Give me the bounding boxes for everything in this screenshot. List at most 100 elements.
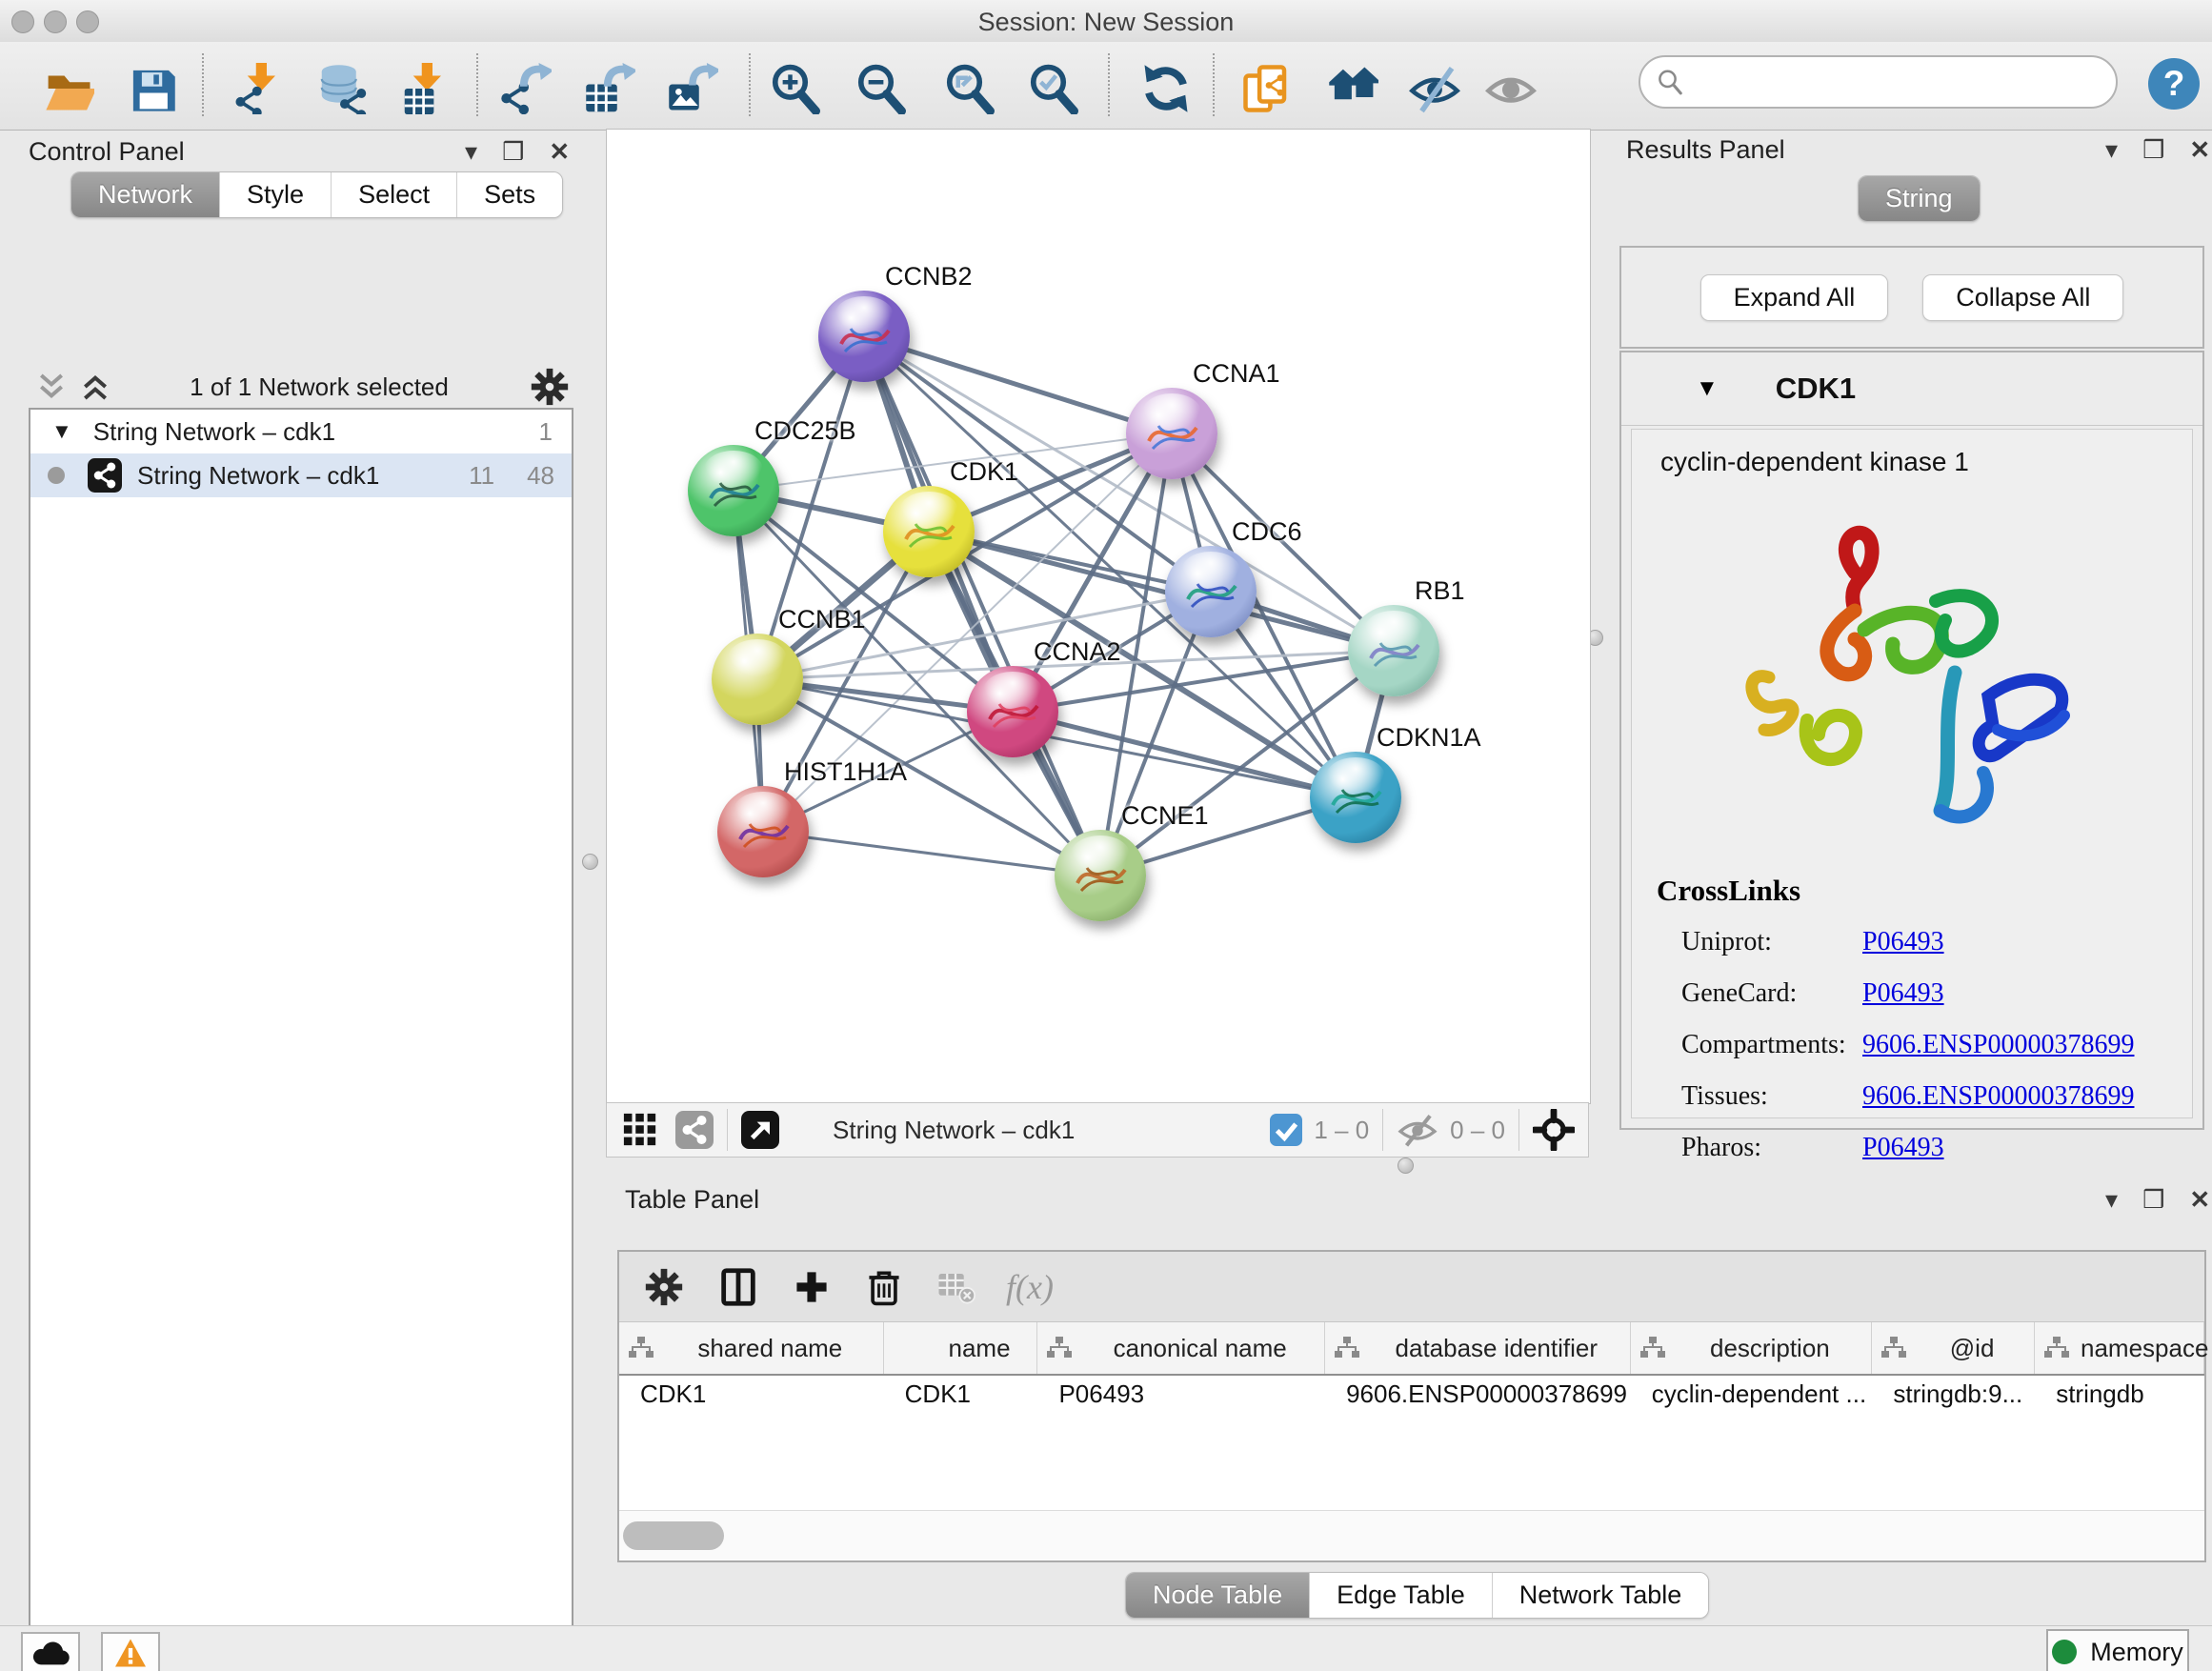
tab-select[interactable]: Select xyxy=(332,172,457,217)
network-node-cdc25b[interactable] xyxy=(688,445,779,536)
node-gloss xyxy=(1181,552,1239,590)
import-network-file-button[interactable] xyxy=(229,59,288,118)
column-header--id[interactable]: @id xyxy=(1872,1322,2035,1374)
tab-node-table[interactable]: Node Table xyxy=(1126,1573,1310,1618)
network-node-cdc6[interactable] xyxy=(1165,546,1257,637)
crosslink-link[interactable]: 9606.ENSP00000378699 xyxy=(1862,1081,2134,1112)
control-panel-tabs: Network Style Select Sets xyxy=(70,171,563,218)
table-cell[interactable]: 9606.ENSP00000378699 xyxy=(1325,1374,1631,1418)
export-table-button[interactable] xyxy=(580,59,639,118)
table-panel-collapse-icon[interactable]: ▾ xyxy=(2105,1185,2118,1215)
network-node-cdk1[interactable] xyxy=(883,486,975,577)
network-node-ccne1[interactable] xyxy=(1055,830,1146,921)
column-header-database-identifier[interactable]: database identifier xyxy=(1325,1322,1631,1374)
network-node-ccna1[interactable] xyxy=(1126,388,1217,479)
network-options-gear-icon[interactable] xyxy=(528,365,572,409)
results-panel-collapse-icon[interactable]: ▾ xyxy=(2105,135,2118,165)
control-panel-collapse-icon[interactable]: ▾ xyxy=(465,137,477,167)
zoom-fit-button[interactable] xyxy=(939,59,998,118)
collapse-all-networks-icon[interactable] xyxy=(36,372,67,401)
string-view-icon[interactable] xyxy=(675,1111,714,1149)
hide-selected-button[interactable] xyxy=(1405,59,1464,118)
network-node-ccnb2[interactable] xyxy=(818,291,910,382)
tab-sets[interactable]: Sets xyxy=(457,172,562,217)
table-cell[interactable]: cyclin-dependent ... xyxy=(1631,1374,1873,1418)
column-header-description[interactable]: description xyxy=(1631,1322,1873,1374)
tab-edge-table[interactable]: Edge Table xyxy=(1310,1573,1493,1618)
column-header-canonical-name[interactable]: canonical name xyxy=(1037,1322,1325,1374)
grid-view-icon[interactable] xyxy=(622,1112,658,1148)
control-panel-float-icon[interactable]: ❒ xyxy=(502,137,524,167)
open-session-button[interactable] xyxy=(39,59,98,118)
network-collection-row[interactable]: ▼ String Network – cdk1 1 xyxy=(30,410,572,453)
help-button[interactable]: ? xyxy=(2148,58,2200,110)
left-splitter-grip[interactable] xyxy=(582,854,598,870)
cloud-status-button[interactable] xyxy=(21,1632,80,1671)
selected-count: 1 – 0 xyxy=(1314,1116,1369,1145)
table-settings-gear-icon[interactable] xyxy=(642,1265,686,1309)
save-session-button[interactable] xyxy=(122,59,181,118)
table-cell[interactable]: CDK1 xyxy=(884,1374,1038,1418)
table-panel-close-icon[interactable]: ✕ xyxy=(2189,1185,2210,1215)
search-input[interactable] xyxy=(1694,67,2101,98)
birds-eye-view-icon[interactable] xyxy=(741,1111,779,1149)
delete-column-trash-icon[interactable] xyxy=(863,1266,905,1308)
memory-button[interactable]: Memory xyxy=(2046,1629,2189,1671)
show-all-button[interactable] xyxy=(1481,59,1540,118)
protein-disclosure-icon[interactable]: ▼ xyxy=(1696,375,1719,402)
table-cell[interactable]: P06493 xyxy=(1037,1374,1325,1418)
tab-network-table[interactable]: Network Table xyxy=(1493,1573,1709,1618)
import-table-button[interactable] xyxy=(394,59,453,118)
network-canvas[interactable]: CCNB2CCNA1CDC25BCDK1CDC6RB1CCNB1CCNA2CDK… xyxy=(606,129,1591,1104)
results-panel-float-icon[interactable]: ❒ xyxy=(2142,135,2164,165)
crosslink-link[interactable]: 9606.ENSP00000378699 xyxy=(1862,1030,2134,1060)
crosslink-link[interactable]: P06493 xyxy=(1862,978,1944,1009)
network-row[interactable]: String Network – cdk1 11 48 xyxy=(30,453,572,497)
results-panel-close-icon[interactable]: ✕ xyxy=(2189,135,2210,165)
export-network-button[interactable] xyxy=(496,59,555,118)
column-header-name[interactable]: name xyxy=(884,1322,1038,1374)
table-cell[interactable]: CDK1 xyxy=(619,1374,884,1418)
crosslink-label: Compartments: xyxy=(1681,1030,1862,1060)
table-cell[interactable]: stringdb xyxy=(2035,1374,2204,1418)
pan-move-icon[interactable] xyxy=(1533,1109,1575,1151)
network-node-cdkn1a[interactable] xyxy=(1310,752,1401,843)
collapse-all-button[interactable]: Collapse All xyxy=(1922,274,2123,321)
column-header-namespace[interactable]: namespace xyxy=(2035,1322,2204,1374)
disclosure-triangle-icon[interactable]: ▼ xyxy=(51,419,72,444)
node-gloss xyxy=(704,451,762,489)
control-panel-close-icon[interactable]: ✕ xyxy=(549,137,570,167)
selected-checkbox-icon[interactable] xyxy=(1270,1114,1302,1146)
expand-all-networks-icon[interactable] xyxy=(80,372,111,401)
tab-string[interactable]: String xyxy=(1859,176,1980,221)
refresh-button[interactable] xyxy=(1136,59,1196,118)
zoom-selected-button[interactable] xyxy=(1023,59,1082,118)
table-horizontal-scrollbar[interactable] xyxy=(619,1510,2204,1560)
table-panel-float-icon[interactable]: ❒ xyxy=(2142,1185,2164,1215)
expand-all-button[interactable]: Expand All xyxy=(1700,274,1889,321)
tab-style[interactable]: Style xyxy=(220,172,332,217)
table-cell[interactable]: stringdb:9... xyxy=(1872,1374,2035,1418)
network-node-rb1[interactable] xyxy=(1348,605,1439,696)
network-edges[interactable] xyxy=(607,130,1590,1103)
bottom-splitter-grip[interactable] xyxy=(1398,1158,1414,1174)
crosslink-link[interactable]: P06493 xyxy=(1862,1133,1944,1163)
column-header-shared-name[interactable]: shared name xyxy=(619,1322,884,1374)
warning-status-button[interactable] xyxy=(101,1632,160,1671)
zoom-out-button[interactable] xyxy=(851,59,910,118)
import-network-database-button[interactable] xyxy=(312,59,371,118)
show-columns-icon[interactable] xyxy=(716,1265,760,1309)
table-row[interactable]: CDK1CDK1P064939606.ENSP00000378699cyclin… xyxy=(619,1374,2204,1418)
search-box[interactable] xyxy=(1639,55,2118,109)
copy-network-button[interactable] xyxy=(1237,59,1297,118)
network-node-hist1h1a[interactable] xyxy=(717,786,809,877)
network-node-ccna2[interactable] xyxy=(967,666,1058,757)
scrollbar-thumb[interactable] xyxy=(623,1521,724,1550)
network-node-ccnb1[interactable] xyxy=(712,634,803,725)
zoom-in-button[interactable] xyxy=(765,59,824,118)
export-image-button[interactable] xyxy=(663,59,722,118)
tab-network[interactable]: Network xyxy=(71,172,220,217)
crosslink-link[interactable]: P06493 xyxy=(1862,927,1944,957)
home-layout-button[interactable] xyxy=(1323,59,1382,118)
create-column-plus-icon[interactable] xyxy=(791,1266,833,1308)
